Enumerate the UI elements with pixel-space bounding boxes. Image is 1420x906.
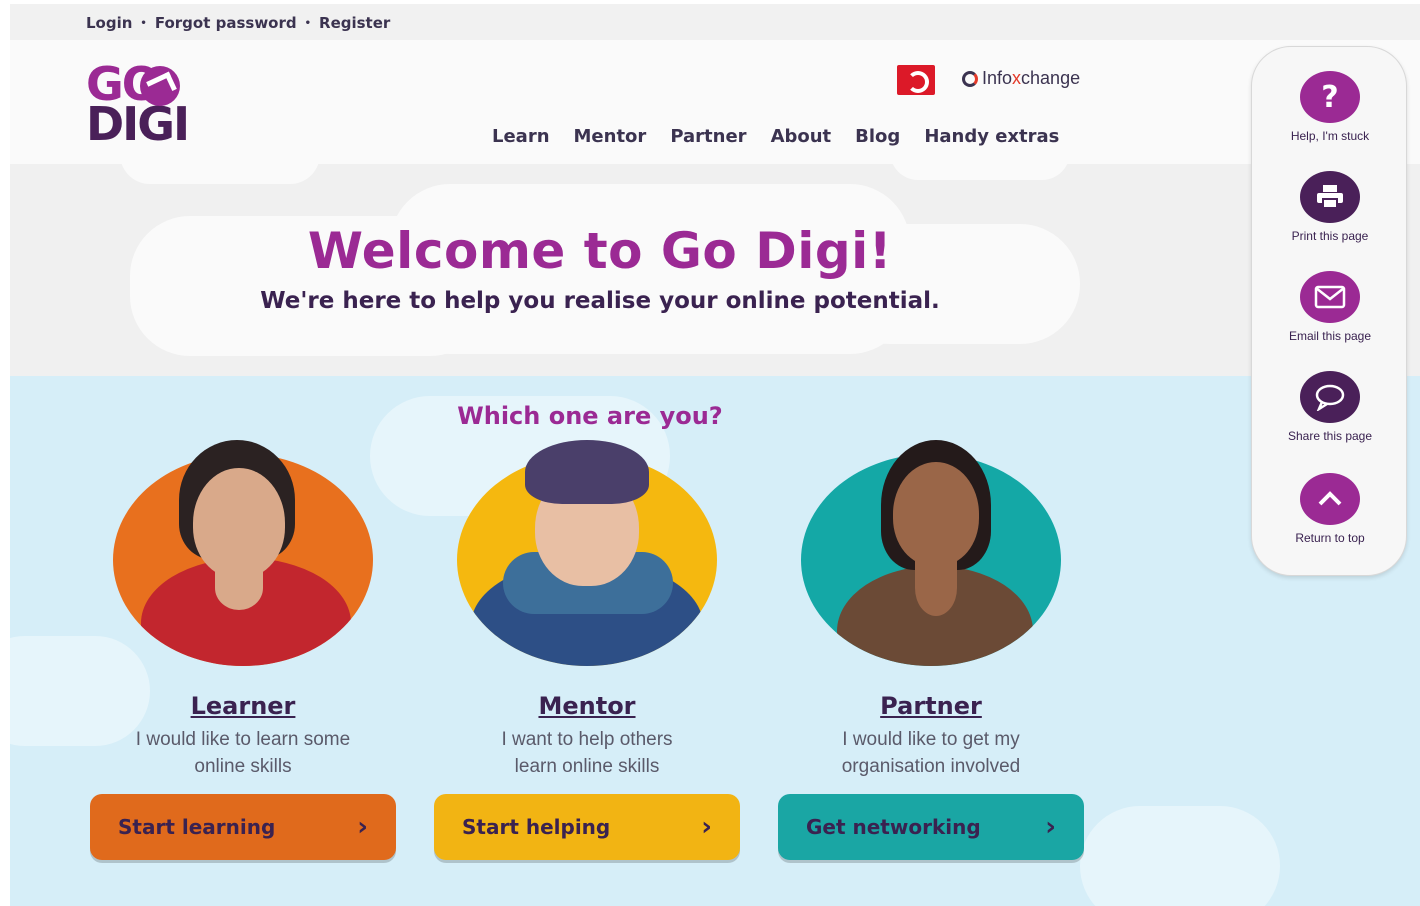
speech-bubble-glyph xyxy=(1315,384,1345,411)
persona-partner: Partner I would like to get my organisat… xyxy=(776,440,1086,860)
desc-line: I would like to get my xyxy=(842,729,1020,750)
nav-mentor[interactable]: Mentor xyxy=(574,126,647,147)
tool-label: Return to top xyxy=(1295,531,1365,545)
nav-blog[interactable]: Blog xyxy=(855,126,900,147)
persona-mentor: Mentor I want to help others learn onlin… xyxy=(432,440,742,860)
hero-banner: Welcome to Go Digi! We're here to help y… xyxy=(10,164,1420,376)
desc-line: organisation involved xyxy=(841,756,1021,777)
chevron-up-glyph xyxy=(1318,491,1342,506)
infoxchange-ring-icon xyxy=(962,70,978,87)
infoxchange-text-pre: Info xyxy=(982,68,1013,88)
logo-digi: DIGI xyxy=(86,97,190,151)
australia-post-logo[interactable] xyxy=(897,65,935,95)
start-helping-button[interactable]: Start helping › xyxy=(434,794,740,860)
page: Login • Forgot password • Register GO DI… xyxy=(10,0,1420,906)
chevron-right-icon: › xyxy=(701,812,712,842)
forgot-password-link[interactable]: Forgot password xyxy=(155,14,297,32)
envelope-icon xyxy=(1300,271,1360,323)
button-label: Start learning xyxy=(118,815,276,839)
cloud-decoration xyxy=(1080,806,1280,906)
persona-name-learner[interactable]: Learner xyxy=(88,692,398,720)
cloud-decoration xyxy=(120,164,320,184)
portrait-neck xyxy=(215,566,263,610)
chevron-up-icon xyxy=(1300,473,1360,525)
chevron-right-icon: › xyxy=(357,812,368,842)
register-link[interactable]: Register xyxy=(319,14,390,32)
infoxchange-text-x: x xyxy=(1012,68,1022,88)
get-networking-button[interactable]: Get networking › xyxy=(778,794,1084,860)
partner-photo xyxy=(801,440,1061,666)
portrait-beanie xyxy=(525,440,649,504)
print-tool[interactable]: Print this page xyxy=(1252,171,1408,243)
separator: • xyxy=(140,17,147,29)
printer-glyph xyxy=(1317,185,1343,209)
persona-name-mentor[interactable]: Mentor xyxy=(432,692,742,720)
persona-learner: Learner I would like to learn some onlin… xyxy=(88,440,398,860)
go-digi-logo[interactable]: GO DIGI xyxy=(86,61,236,151)
portrait-neck xyxy=(915,560,957,616)
nav-about[interactable]: About xyxy=(771,126,832,147)
infoxchange-logo[interactable]: Infoxchange xyxy=(962,68,1080,89)
printer-icon xyxy=(1300,171,1360,223)
persona-name-partner[interactable]: Partner xyxy=(776,692,1086,720)
learner-photo xyxy=(113,440,373,666)
page-tools-panel: ? Help, I'm stuck Print this page Email … xyxy=(1251,46,1407,576)
persona-desc-partner: I would like to get my organisation invo… xyxy=(776,726,1086,780)
page-title: Welcome to Go Digi! xyxy=(307,222,893,280)
account-links: Login • Forgot password • Register xyxy=(86,14,390,32)
utility-bar: Login • Forgot password • Register xyxy=(10,4,1420,40)
persona-section: Which one are you? Learner I would like … xyxy=(10,376,1420,906)
portrait-face xyxy=(193,468,285,578)
desc-line: learn online skills xyxy=(514,756,660,777)
nav-learn[interactable]: Learn xyxy=(492,126,550,147)
main-nav: Learn Mentor Partner About Blog Handy ex… xyxy=(492,126,1059,147)
learner-portrait xyxy=(113,440,373,666)
chevron-right-icon: › xyxy=(1045,812,1056,842)
persona-desc-mentor: I want to help others learn online skill… xyxy=(432,726,742,780)
separator: • xyxy=(304,17,312,29)
nav-partner[interactable]: Partner xyxy=(670,126,746,147)
email-tool[interactable]: Email this page xyxy=(1252,271,1408,343)
speech-bubble-icon xyxy=(1300,371,1360,423)
login-link[interactable]: Login xyxy=(86,14,132,32)
portrait-face xyxy=(893,462,979,566)
tool-label: Print this page xyxy=(1291,229,1369,243)
mentor-photo xyxy=(457,440,717,666)
mentor-portrait xyxy=(457,440,717,666)
cloud-decoration xyxy=(890,164,1070,180)
button-label: Start helping xyxy=(462,815,611,839)
infoxchange-text-post: change xyxy=(1021,68,1081,88)
help-tool[interactable]: ? Help, I'm stuck xyxy=(1252,71,1408,143)
logo-arrow-icon xyxy=(140,66,180,106)
question-icon: ? xyxy=(1300,71,1360,123)
tool-label: Email this page xyxy=(1288,329,1372,343)
nav-handy-extras[interactable]: Handy extras xyxy=(924,126,1059,147)
page-subtitle: We're here to help you realise your onli… xyxy=(260,288,940,314)
desc-line: I want to help others xyxy=(501,729,673,750)
desc-line: I would like to learn some xyxy=(135,729,351,750)
share-tool[interactable]: Share this page xyxy=(1252,371,1408,443)
site-header: GO DIGI Infoxchange Learn Mentor Partner… xyxy=(10,40,1420,164)
return-to-top-tool[interactable]: Return to top xyxy=(1252,473,1408,545)
start-learning-button[interactable]: Start learning › xyxy=(90,794,396,860)
tool-label: Help, I'm stuck xyxy=(1290,129,1370,143)
persona-heading: Which one are you? xyxy=(457,402,723,430)
tool-label: Share this page xyxy=(1287,429,1373,443)
desc-line: online skills xyxy=(194,756,292,777)
button-label: Get networking xyxy=(806,815,981,839)
persona-desc-learner: I would like to learn some online skills xyxy=(88,726,398,780)
partner-portrait xyxy=(801,440,1061,666)
envelope-glyph xyxy=(1314,285,1346,309)
